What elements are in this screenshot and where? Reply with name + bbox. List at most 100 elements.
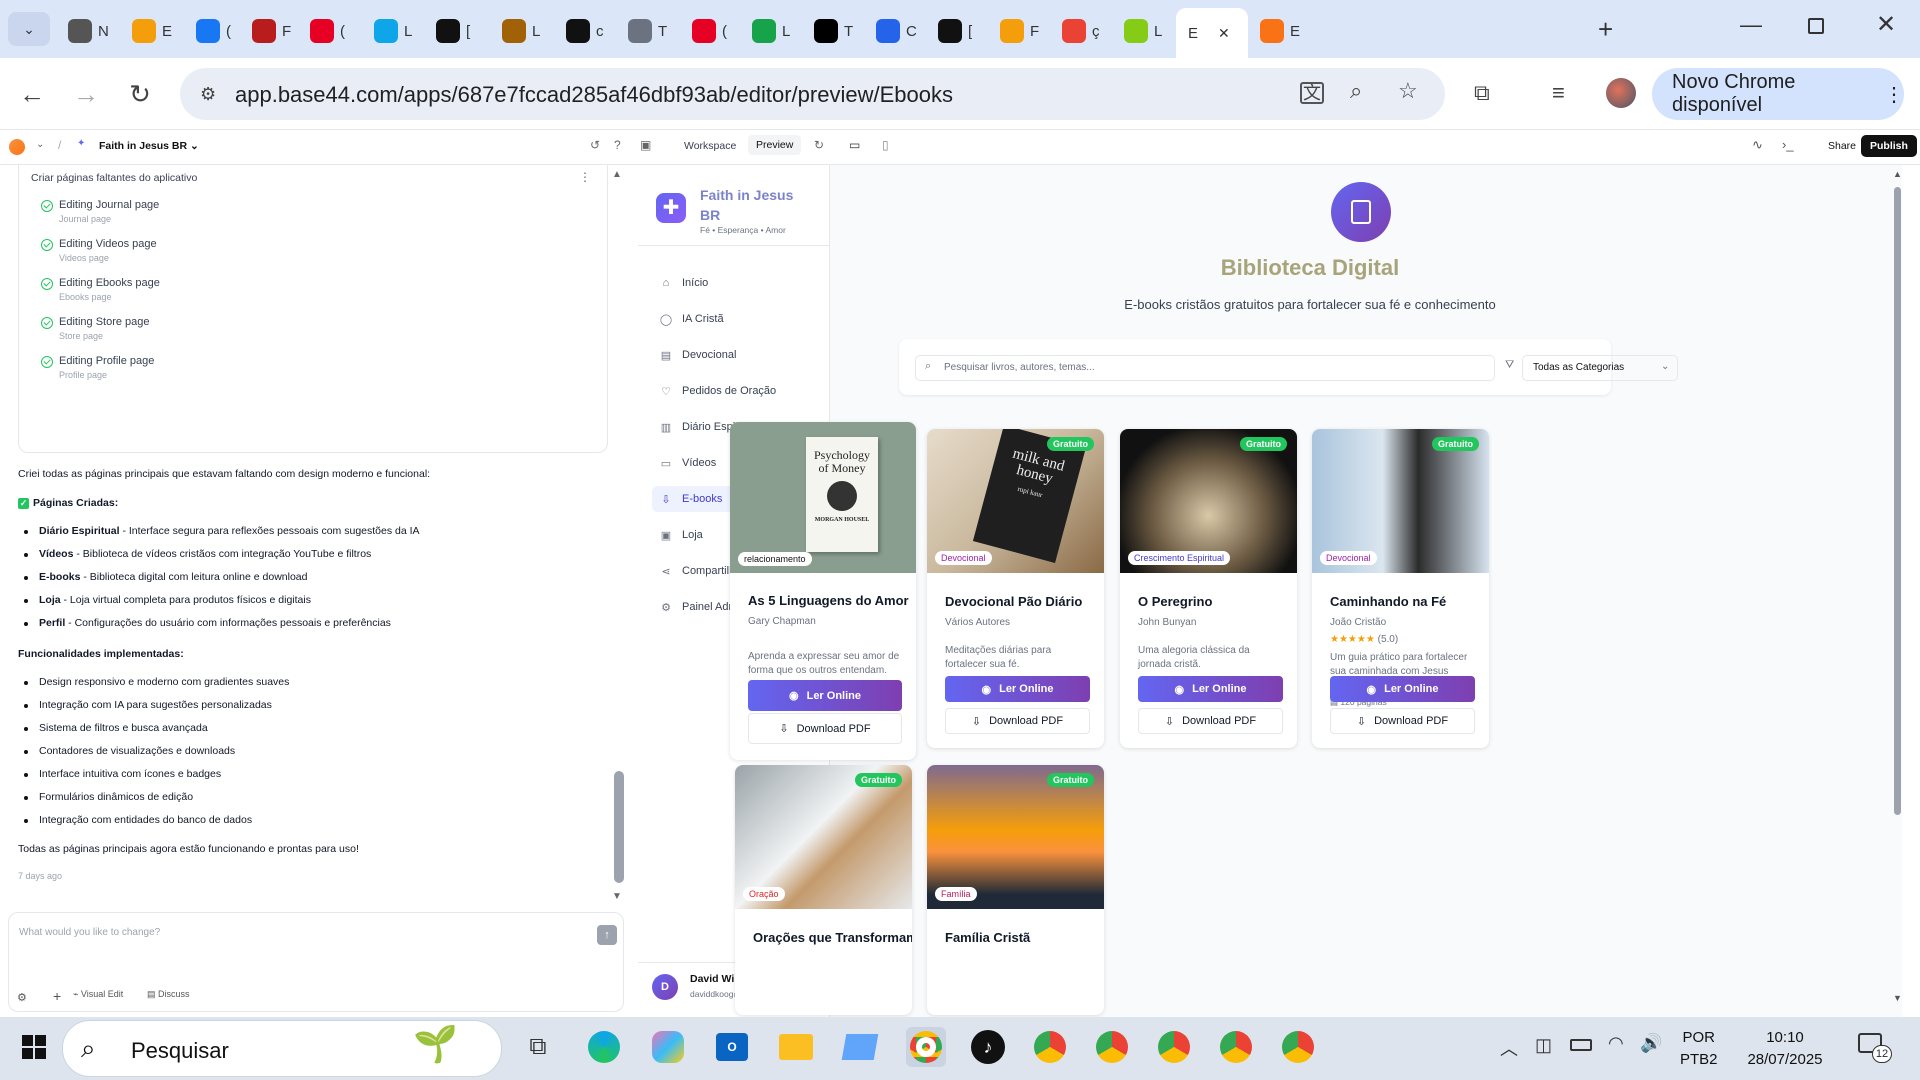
chrome-update-button[interactable]: Novo Chrome disponível ⋮ bbox=[1652, 68, 1904, 120]
start-button[interactable] bbox=[14, 1027, 54, 1067]
browser-tab[interactable]: L bbox=[362, 14, 418, 48]
browser-tab[interactable]: T bbox=[802, 14, 858, 48]
bookmark-star-icon[interactable]: ☆ bbox=[1398, 78, 1418, 104]
browser-tab[interactable]: F bbox=[988, 14, 1044, 48]
reload-button[interactable]: ↻ bbox=[122, 76, 158, 112]
chat-input-box[interactable]: What would you like to change? ↑ ⚙ + ⌁ V… bbox=[8, 912, 624, 1012]
tab-search-button[interactable]: ⌄ bbox=[8, 12, 50, 46]
extensions-icon[interactable]: ⧉ bbox=[1474, 80, 1490, 106]
chrome-profile-g-icon[interactable] bbox=[1216, 1027, 1256, 1067]
terminal-icon[interactable]: ›_ bbox=[1782, 137, 1794, 152]
discuss-button[interactable]: ▤ Discuss bbox=[147, 989, 190, 1000]
browser-tab[interactable]: [ bbox=[424, 14, 480, 48]
browser-tab[interactable]: L bbox=[740, 14, 796, 48]
help-icon[interactable]: ? bbox=[614, 138, 621, 152]
scrollbar-thumb[interactable] bbox=[614, 771, 624, 883]
chevron-down-icon[interactable]: ⌄ bbox=[36, 139, 44, 150]
chat-scrollbar-track[interactable]: ▲ ▼ bbox=[610, 165, 628, 905]
back-button[interactable]: ← bbox=[14, 76, 50, 112]
mobile-view-icon[interactable]: ▯ bbox=[882, 138, 889, 152]
outlook-icon[interactable]: O bbox=[712, 1027, 752, 1067]
browser-tab[interactable]: L bbox=[490, 14, 546, 48]
tab-workspace[interactable]: Workspace bbox=[676, 136, 744, 156]
tiktok-icon[interactable]: ♪ bbox=[968, 1027, 1008, 1067]
chrome-profile-f-icon[interactable] bbox=[1154, 1027, 1194, 1067]
chrome-icon[interactable] bbox=[906, 1027, 946, 1067]
history-icon[interactable]: ↺ bbox=[590, 138, 600, 152]
close-window-button[interactable]: ✕ bbox=[1876, 10, 1896, 39]
task-menu-icon[interactable]: ⋮ bbox=[579, 170, 591, 184]
battery-icon[interactable] bbox=[1570, 1039, 1592, 1051]
add-attachment-icon[interactable]: + bbox=[53, 988, 61, 1004]
edge-icon[interactable] bbox=[584, 1027, 624, 1067]
browser-tab[interactable]: T bbox=[616, 14, 672, 48]
project-selector[interactable]: Faith in Jesus BR ⌄ bbox=[99, 140, 199, 152]
browser-tab[interactable]: E bbox=[1248, 14, 1304, 48]
profile-avatar[interactable] bbox=[1606, 78, 1636, 108]
category-select[interactable]: Todas as Categorias ⌄ bbox=[1522, 355, 1678, 381]
sidebar-item-pedidos-de-ora-o[interactable]: ♡ Pedidos de Oração bbox=[652, 378, 802, 404]
minimize-button[interactable]: — bbox=[1740, 12, 1762, 38]
site-info-icon[interactable]: ⚙ bbox=[200, 84, 216, 105]
browser-tab[interactable]: N bbox=[56, 14, 112, 48]
read-online-button[interactable]: ◉ Ler Online bbox=[945, 676, 1090, 702]
menu-kebab-icon[interactable]: ⋮ bbox=[1884, 82, 1904, 107]
restore-button[interactable] bbox=[1808, 18, 1824, 34]
browser-tab[interactable]: ( bbox=[184, 14, 240, 48]
copilot-icon[interactable] bbox=[648, 1027, 688, 1067]
publish-button[interactable]: Publish bbox=[1861, 135, 1917, 157]
browser-tab[interactable]: L bbox=[1112, 14, 1168, 48]
refresh-preview-icon[interactable]: ↻ bbox=[814, 138, 824, 152]
chrome-profile-d-icon[interactable] bbox=[1278, 1027, 1318, 1067]
visual-edit-button[interactable]: ⌁ Visual Edit bbox=[73, 989, 123, 1000]
volume-icon[interactable]: 🔊 bbox=[1640, 1033, 1662, 1054]
desktop-view-icon[interactable]: ▭ bbox=[849, 138, 860, 152]
search-box[interactable]: ⌕ Pesquisar livros, autores, temas... bbox=[915, 355, 1495, 381]
share-button[interactable]: Share bbox=[1820, 136, 1864, 156]
scroll-down-icon[interactable]: ▼ bbox=[612, 891, 622, 902]
preview-scrollbar[interactable]: ▲ ▼ bbox=[1893, 165, 1902, 1017]
browser-tab[interactable]: c bbox=[554, 14, 610, 48]
zoom-icon[interactable]: ⌕ bbox=[1350, 78, 1362, 104]
read-online-button[interactable]: ◉ Ler Online bbox=[1330, 676, 1475, 702]
base44-logo[interactable] bbox=[9, 139, 25, 155]
task-view-icon[interactable]: ⧉ bbox=[518, 1027, 558, 1067]
chat-input[interactable]: What would you like to change? bbox=[19, 927, 160, 938]
browser-tab[interactable]: C bbox=[864, 14, 920, 48]
omnibox[interactable]: ⚙ app.base44.com/apps/687e7fccad285af46d… bbox=[180, 68, 1445, 120]
file-explorer-icon[interactable] bbox=[776, 1027, 816, 1067]
browser-tab[interactable]: [ bbox=[926, 14, 982, 48]
close-tab-icon[interactable]: ✕ bbox=[1218, 25, 1230, 42]
browser-tab[interactable]: E bbox=[120, 14, 176, 48]
download-pdf-button[interactable]: ⇩ Download PDF bbox=[1330, 708, 1475, 734]
avatar[interactable]: D bbox=[652, 974, 678, 1000]
media-control-icon[interactable]: ≡ bbox=[1552, 80, 1565, 106]
brand-logo[interactable]: ✚ bbox=[656, 193, 686, 223]
forward-button[interactable]: → bbox=[68, 76, 104, 112]
url-text[interactable]: app.base44.com/apps/687e7fccad285af46dbf… bbox=[235, 82, 953, 108]
browser-tab[interactable]: E ✕ bbox=[1176, 8, 1248, 58]
browser-tab[interactable]: ç bbox=[1050, 14, 1106, 48]
camera-icon[interactable]: ◫ bbox=[1535, 1035, 1552, 1056]
read-online-button[interactable]: ◉ Ler Online bbox=[748, 680, 902, 711]
browser-tab[interactable]: ( bbox=[298, 14, 354, 48]
download-pdf-button[interactable]: ⇩ Download PDF bbox=[1138, 708, 1283, 734]
search-input[interactable]: Pesquisar livros, autores, temas... bbox=[944, 362, 1095, 373]
language-indicator[interactable]: POR PTB2 bbox=[1680, 1027, 1718, 1071]
read-online-button[interactable]: ◉ Ler Online bbox=[1138, 676, 1283, 702]
chevron-up-icon[interactable]: ︿ bbox=[1500, 1035, 1518, 1061]
clock[interactable]: 10:10 28/07/2025 bbox=[1740, 1027, 1830, 1071]
chrome-profile-c-icon[interactable] bbox=[1030, 1027, 1070, 1067]
chrome-profile-h-icon[interactable] bbox=[1092, 1027, 1132, 1067]
analytics-icon[interactable]: ∿ bbox=[1752, 137, 1763, 153]
download-pdf-button[interactable]: ⇩ Download PDF bbox=[748, 713, 902, 744]
scroll-up-icon[interactable]: ▲ bbox=[1893, 169, 1902, 179]
scroll-up-icon[interactable]: ▲ bbox=[612, 169, 622, 180]
settings-icon[interactable]: ⚙ bbox=[17, 991, 27, 1004]
scroll-down-icon[interactable]: ▼ bbox=[1893, 993, 1902, 1003]
new-tab-button[interactable]: + bbox=[1598, 14, 1613, 45]
scrollbar-thumb[interactable] bbox=[1894, 187, 1901, 815]
sidebar-item-devocional[interactable]: ▤ Devocional bbox=[652, 342, 802, 368]
browser-tab[interactable]: F bbox=[240, 14, 296, 48]
wifi-icon[interactable]: ◠ bbox=[1608, 1033, 1624, 1054]
